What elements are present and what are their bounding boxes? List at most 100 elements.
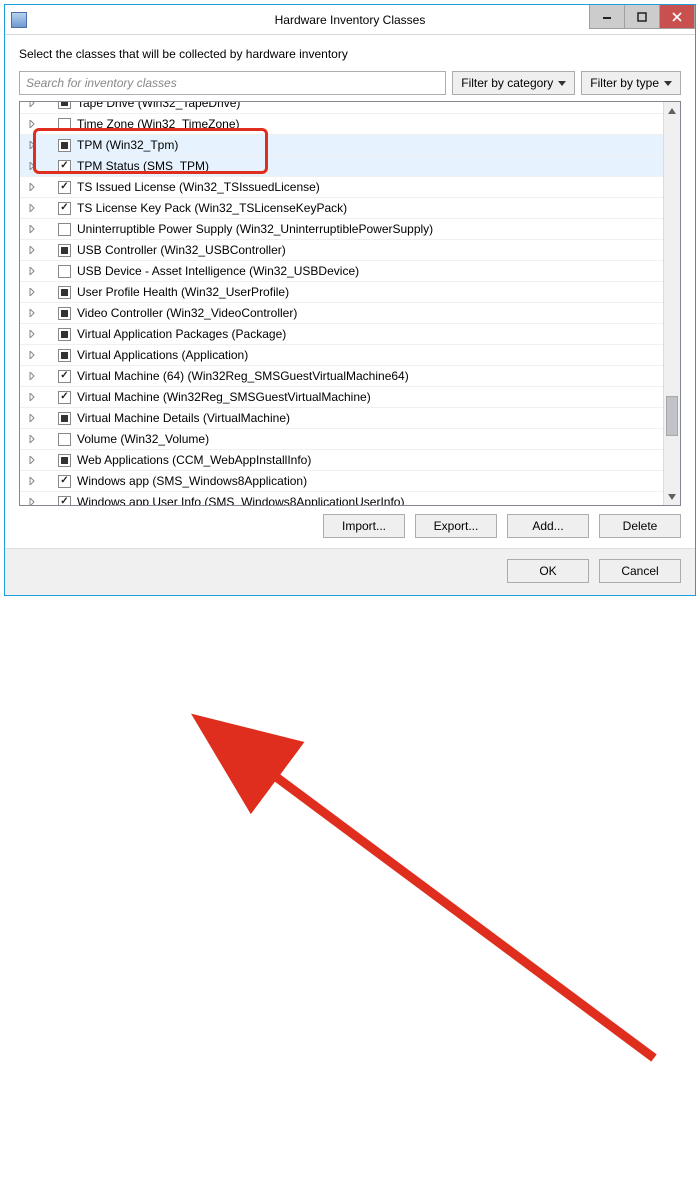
delete-button[interactable]: Delete: [599, 514, 681, 538]
tree-item[interactable]: Virtual Applications (Application): [20, 344, 663, 365]
tree-item-label: Virtual Machine (64) (Win32Reg_SMSGuestV…: [77, 369, 409, 383]
window-controls: [590, 5, 695, 29]
tree-item[interactable]: Web Applications (CCM_WebAppInstallInfo): [20, 449, 663, 470]
checkbox[interactable]: [58, 265, 71, 278]
tree-item[interactable]: Windows app (SMS_Windows8Application): [20, 470, 663, 491]
tree-item[interactable]: USB Controller (Win32_USBController): [20, 239, 663, 260]
annotation-arrow: [4, 596, 700, 1196]
maximize-button[interactable]: [624, 5, 660, 29]
tree-item[interactable]: Virtual Machine (64) (Win32Reg_SMSGuestV…: [20, 365, 663, 386]
expand-icon[interactable]: [26, 181, 38, 193]
filter-type-button[interactable]: Filter by type: [581, 71, 681, 95]
checkbox[interactable]: [58, 412, 71, 425]
scroll-thumb[interactable]: [666, 396, 678, 436]
search-input[interactable]: Search for inventory classes: [19, 71, 446, 95]
search-row: Search for inventory classes Filter by c…: [19, 71, 681, 95]
expand-icon[interactable]: [26, 265, 38, 277]
tree-item[interactable]: Time Zone (Win32_TimeZone): [20, 113, 663, 134]
checkbox[interactable]: [58, 181, 71, 194]
expand-icon[interactable]: [26, 370, 38, 382]
expand-icon[interactable]: [26, 391, 38, 403]
close-button[interactable]: [659, 5, 695, 29]
tree-item-label: Uninterruptible Power Supply (Win32_Unin…: [77, 222, 433, 236]
tree-container: Tape Drive (Win32_TapeDrive) Time Zone (W…: [19, 101, 681, 506]
vertical-scrollbar[interactable]: [663, 102, 680, 505]
expand-icon[interactable]: [26, 454, 38, 466]
tree-item[interactable]: USB Device - Asset Intelligence (Win32_U…: [20, 260, 663, 281]
tree-item[interactable]: Virtual Machine (Win32Reg_SMSGuestVirtua…: [20, 386, 663, 407]
app-icon: [11, 12, 27, 28]
checkbox[interactable]: [58, 307, 71, 320]
minimize-button[interactable]: [589, 5, 625, 29]
checkbox[interactable]: [58, 496, 71, 506]
export-button[interactable]: Export...: [415, 514, 497, 538]
tree-item[interactable]: TS License Key Pack (Win32_TSLicenseKeyP…: [20, 197, 663, 218]
tree-item[interactable]: Tape Drive (Win32_TapeDrive): [20, 102, 663, 113]
checkbox[interactable]: [58, 202, 71, 215]
expand-icon[interactable]: [26, 328, 38, 340]
expand-icon[interactable]: [26, 118, 38, 130]
checkbox[interactable]: [58, 328, 71, 341]
import-button[interactable]: Import...: [323, 514, 405, 538]
expand-icon[interactable]: [26, 496, 38, 505]
checkbox[interactable]: [58, 391, 71, 404]
cancel-button[interactable]: Cancel: [599, 559, 681, 583]
tree-item-label: USB Device - Asset Intelligence (Win32_U…: [77, 264, 359, 278]
checkbox[interactable]: [58, 244, 71, 257]
expand-icon[interactable]: [26, 202, 38, 214]
expand-icon[interactable]: [26, 244, 38, 256]
tree-item-label: Virtual Applications (Application): [77, 348, 248, 362]
expand-icon[interactable]: [26, 139, 38, 151]
action-row: Import... Export... Add... Delete: [19, 514, 681, 538]
checkbox[interactable]: [58, 223, 71, 236]
ok-button[interactable]: OK: [507, 559, 589, 583]
dialog-footer: OK Cancel: [5, 548, 695, 595]
tree-item[interactable]: Virtual Machine Details (VirtualMachine): [20, 407, 663, 428]
tree-item[interactable]: Video Controller (Win32_VideoController): [20, 302, 663, 323]
checkbox[interactable]: [58, 433, 71, 446]
scroll-up-button[interactable]: [664, 102, 680, 119]
expand-icon[interactable]: [26, 102, 38, 109]
tree-item[interactable]: TS Issued License (Win32_TSIssuedLicense…: [20, 176, 663, 197]
expand-icon[interactable]: [26, 433, 38, 445]
checkbox[interactable]: [58, 118, 71, 131]
tree-item-label: Virtual Machine Details (VirtualMachine): [77, 411, 290, 425]
tree-item-label: Tape Drive (Win32_TapeDrive): [77, 102, 240, 110]
expand-icon[interactable]: [26, 475, 38, 487]
chevron-down-icon: [664, 81, 672, 86]
filter-type-label: Filter by type: [590, 76, 659, 90]
checkbox[interactable]: [58, 454, 71, 467]
tree-item[interactable]: TPM (Win32_Tpm): [20, 134, 663, 155]
expand-icon[interactable]: [26, 307, 38, 319]
tree-item[interactable]: Windows app User Info (SMS_Windows8Appli…: [20, 491, 663, 505]
checkbox[interactable]: [58, 349, 71, 362]
expand-icon[interactable]: [26, 223, 38, 235]
tree-item[interactable]: User Profile Health (Win32_UserProfile): [20, 281, 663, 302]
tree-list[interactable]: Tape Drive (Win32_TapeDrive) Time Zone (W…: [20, 102, 663, 505]
expand-icon[interactable]: [26, 412, 38, 424]
expand-icon[interactable]: [26, 349, 38, 361]
tree-item-label: Volume (Win32_Volume): [77, 432, 209, 446]
checkbox[interactable]: [58, 160, 71, 173]
tree-item[interactable]: TPM Status (SMS_TPM): [20, 155, 663, 176]
checkbox[interactable]: [58, 475, 71, 488]
dialog-body: Select the classes that will be collecte…: [5, 35, 695, 548]
expand-icon[interactable]: [26, 160, 38, 172]
scroll-down-button[interactable]: [664, 488, 680, 505]
tree-item-label: Video Controller (Win32_VideoController): [77, 306, 297, 320]
checkbox[interactable]: [58, 139, 71, 152]
titlebar[interactable]: Hardware Inventory Classes: [5, 5, 695, 35]
checkbox[interactable]: [58, 370, 71, 383]
expand-icon[interactable]: [26, 286, 38, 298]
tree-item-label: Virtual Application Packages (Package): [77, 327, 286, 341]
checkbox[interactable]: [58, 102, 71, 109]
add-button[interactable]: Add...: [507, 514, 589, 538]
checkbox[interactable]: [58, 286, 71, 299]
chevron-up-icon: [668, 108, 676, 114]
filter-category-button[interactable]: Filter by category: [452, 71, 575, 95]
tree-item[interactable]: Uninterruptible Power Supply (Win32_Unin…: [20, 218, 663, 239]
tree-item-label: Time Zone (Win32_TimeZone): [77, 117, 240, 131]
tree-item[interactable]: Volume (Win32_Volume): [20, 428, 663, 449]
scroll-track[interactable]: [664, 119, 680, 488]
tree-item[interactable]: Virtual Application Packages (Package): [20, 323, 663, 344]
